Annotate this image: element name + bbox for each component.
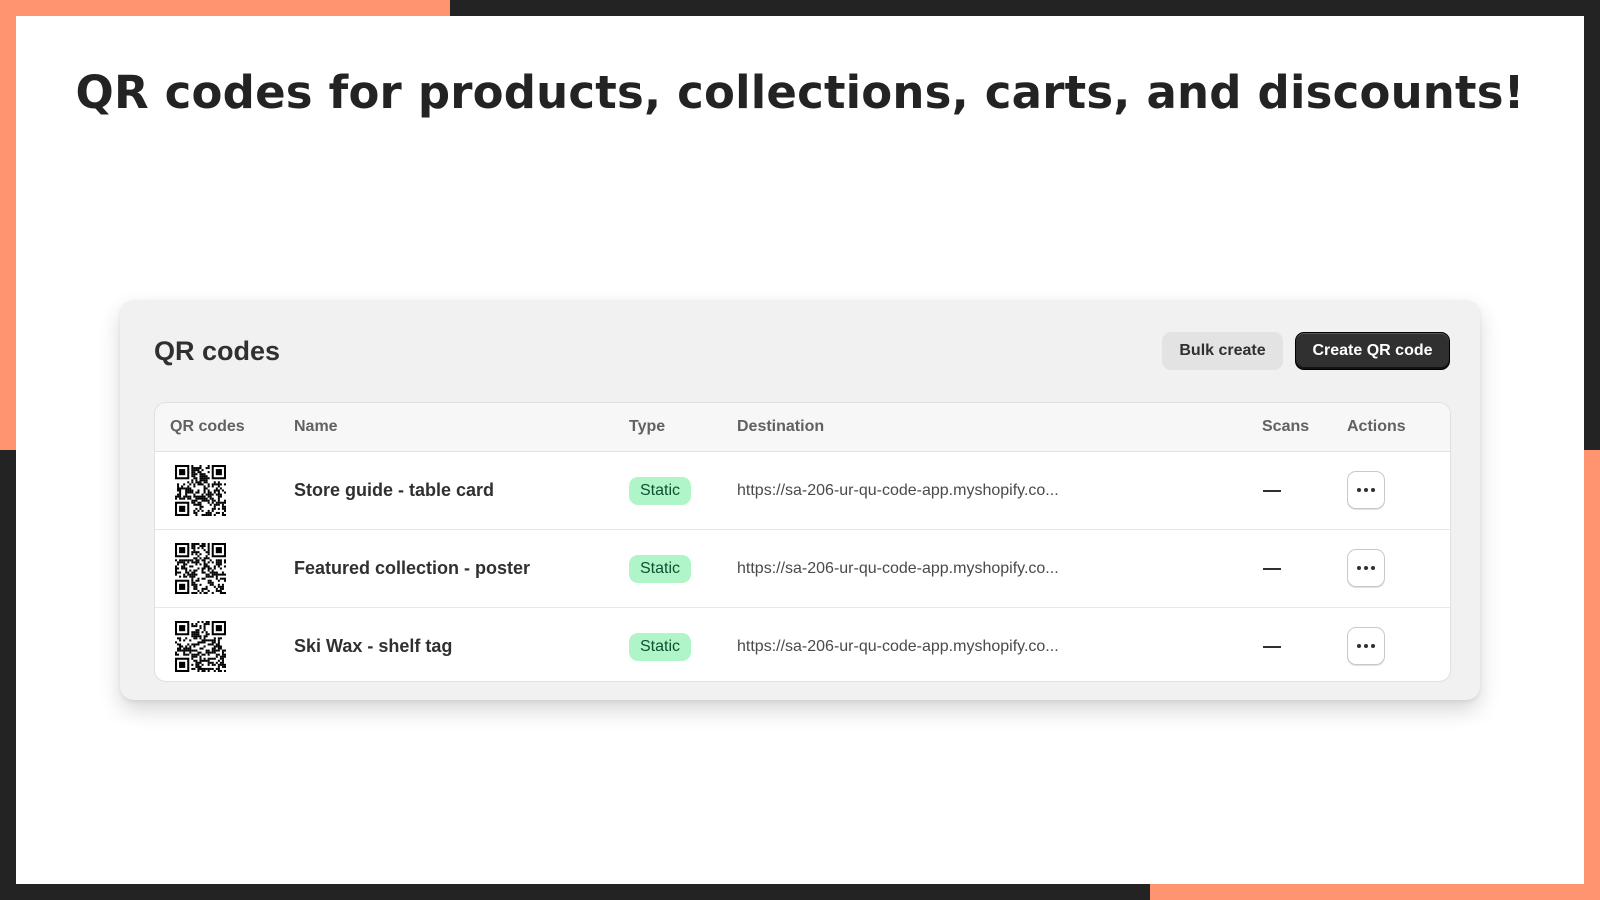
more-horizontal-icon: [1357, 488, 1375, 492]
table-row[interactable]: Store guide - table card Static https://…: [155, 452, 1450, 530]
row-destination: https://sa-206-ur-qu-code-app.myshopify.…: [737, 482, 1059, 499]
row-name[interactable]: Store guide - table card: [294, 452, 494, 529]
row-name[interactable]: Featured collection - poster: [294, 530, 530, 607]
row-scans-empty: [1263, 646, 1281, 648]
bulk-create-button[interactable]: Bulk create: [1162, 332, 1283, 370]
header-name[interactable]: Name: [294, 403, 338, 451]
slide-canvas: QR codes for products, collections, cart…: [16, 16, 1584, 884]
header-scans[interactable]: Scans: [1262, 403, 1309, 451]
more-horizontal-icon: [1357, 566, 1375, 570]
qr-code-icon: [175, 621, 226, 672]
row-destination: https://sa-206-ur-qu-code-app.myshopify.…: [737, 638, 1059, 655]
row-actions-button[interactable]: [1347, 627, 1385, 665]
qr-codes-card: QR codes Bulk create Create QR code QR c…: [120, 300, 1480, 700]
row-actions-button[interactable]: [1347, 549, 1385, 587]
qr-codes-table: QR codes Name Type Destination Scans Act…: [154, 402, 1451, 682]
table-header: QR codes Name Type Destination Scans Act…: [155, 403, 1450, 452]
table-row[interactable]: Ski Wax - shelf tag Static https://sa-20…: [155, 608, 1450, 681]
table-row[interactable]: Featured collection - poster Static http…: [155, 530, 1450, 608]
headline: QR codes for products, collections, cart…: [75, 66, 1525, 119]
qr-code-icon: [175, 465, 226, 516]
page-title: QR codes: [154, 336, 281, 366]
header-qr-codes: QR codes: [170, 418, 245, 435]
status-badge: Static: [629, 555, 692, 583]
qr-code-icon: [175, 543, 226, 594]
create-qr-code-button[interactable]: Create QR code: [1295, 332, 1450, 370]
row-name[interactable]: Ski Wax - shelf tag: [294, 608, 452, 681]
row-scans-empty: [1263, 568, 1281, 570]
status-badge: Static: [629, 477, 692, 505]
row-scans-empty: [1263, 490, 1281, 492]
header-type[interactable]: Type: [629, 403, 665, 451]
more-horizontal-icon: [1357, 644, 1375, 648]
status-badge: Static: [629, 633, 692, 661]
row-destination: https://sa-206-ur-qu-code-app.myshopify.…: [737, 560, 1059, 577]
header-destination: Destination: [737, 418, 825, 435]
header-actions: Actions: [1347, 418, 1406, 435]
row-actions-button[interactable]: [1347, 471, 1385, 509]
